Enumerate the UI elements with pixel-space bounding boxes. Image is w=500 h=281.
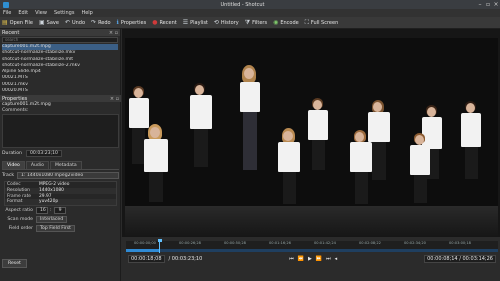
menu-edit[interactable]: Edit	[18, 10, 28, 16]
scan-mode-label: Scan mode	[7, 217, 33, 223]
skip-end-icon[interactable]: ⏭	[326, 256, 331, 262]
tab-metadata[interactable]: Metadata	[49, 161, 82, 169]
duration-field[interactable]: 00:03:23;10	[25, 150, 62, 157]
menu-settings[interactable]: Settings	[54, 10, 75, 16]
properties-panel-title: Properties	[2, 95, 28, 102]
field-order-label: Field order	[8, 226, 33, 232]
close-icon[interactable]: × ▫	[110, 96, 119, 102]
tab-video[interactable]: Video	[2, 161, 25, 169]
search-input[interactable]: search	[2, 37, 118, 43]
minimize-icon[interactable]: –	[476, 1, 484, 8]
play-icon[interactable]: ▶	[308, 256, 312, 262]
fast-forward-icon[interactable]: ⏩	[316, 256, 322, 262]
playhead[interactable]	[159, 241, 161, 253]
ruler-tick: 00:00:26;28	[179, 241, 201, 245]
history-icon: ⟲	[213, 19, 219, 26]
open-file-button[interactable]: ▤ Open File	[2, 19, 33, 26]
recent-panel-title: Recent	[2, 29, 20, 36]
ruler-tick: 00:02:08;22	[359, 241, 381, 245]
redo-button[interactable]: ↷ Redo	[91, 19, 111, 26]
redo-icon: ↷	[91, 19, 97, 26]
scan-mode-select[interactable]: Interlaced	[36, 216, 68, 224]
field-order-row: Field order Top Field First	[0, 224, 121, 233]
undo-button[interactable]: ↶ Undo	[65, 19, 85, 26]
duration-label: Duration	[2, 151, 22, 156]
in-out-timecode[interactable]: 00:00:08;14 / 00:03:14;26	[424, 255, 496, 263]
properties-panel: Properties × ▫ capture001.m2t.mpg Commen…	[0, 95, 121, 281]
encode-icon: ◉	[273, 19, 279, 26]
info-icon: ℹ	[116, 19, 119, 26]
folder-open-icon: ▤	[2, 19, 8, 26]
encode-button[interactable]: ◉ Encode	[273, 19, 299, 26]
aspect-ratio-row: Aspect ratio 16 : 9	[0, 206, 121, 215]
skip-start-icon[interactable]: ⏮	[289, 256, 294, 262]
history-button[interactable]: ⟲ History	[214, 19, 239, 26]
recent-icon: ●	[152, 19, 158, 26]
fullscreen-button[interactable]: ⛶ Full Screen	[305, 19, 339, 27]
filters-button[interactable]: ⧩ Filters	[245, 19, 267, 27]
aspect-ratio-label: Aspect ratio	[5, 208, 33, 214]
video-frame	[125, 38, 498, 237]
rewind-icon[interactable]: ⏪	[298, 256, 304, 262]
reset-button[interactable]: Reset	[2, 259, 27, 268]
track-select[interactable]: 1: 1440x1080 mpeg2video	[17, 172, 119, 179]
clip-track-bar[interactable]	[126, 249, 498, 252]
stage-floor	[125, 206, 498, 237]
title-bar: Untitled - Shotcut – ▫ ×	[0, 0, 500, 9]
recent-list: capture001.m2t.mpg shotcut-normalize-sta…	[0, 44, 120, 95]
duration-row: Duration 00:03:23;10	[0, 148, 121, 159]
comments-field[interactable]	[2, 114, 119, 148]
track-row: Track 1: 1440x1080 mpeg2video	[0, 170, 121, 181]
save-button[interactable]: ▣ Save	[39, 19, 59, 26]
properties-button[interactable]: ℹ Properties	[117, 19, 147, 26]
aspect-height-field[interactable]: 9	[53, 207, 66, 215]
timeline-area: 00:00:00;00 00:00:26;28 00:00:50;28 00:0…	[122, 237, 500, 281]
track-label: Track	[2, 173, 15, 178]
menu-bar: File Edit View Settings Help	[0, 9, 500, 17]
undo-icon: ↶	[64, 19, 70, 26]
media-info-table: Codec MPEG-2 video Resolution 1440x1080 Fr…	[4, 181, 117, 207]
maximize-icon[interactable]: ▫	[484, 1, 492, 8]
playlist-icon: ☰	[182, 19, 189, 26]
ruler-tick: 00:01:42;24	[314, 241, 336, 245]
menu-help[interactable]: Help	[81, 10, 92, 16]
scan-mode-row: Scan mode Interlaced	[0, 215, 121, 224]
aspect-width-field[interactable]: 16	[36, 207, 48, 215]
properties-tabs: Video Audio Metadata	[2, 161, 119, 170]
reset-row: Reset	[2, 259, 27, 268]
video-viewer[interactable]	[122, 29, 500, 237]
transport-bar: 00:00:18;08 / 00:03:23;10 ⏮ ⏪ ▶ ⏩ ⏭ ◂ 00…	[126, 255, 498, 263]
recent-panel-header: Recent × ▫	[0, 29, 120, 36]
position-timecode[interactable]: 00:00:18;08	[128, 255, 165, 263]
in-out-group: 00:00:08;14 / 00:03:14;26	[422, 255, 498, 263]
filter-icon: ⧩	[244, 18, 251, 26]
tab-audio[interactable]: Audio	[25, 161, 49, 169]
close-icon[interactable]: × ▫	[109, 30, 118, 36]
duration-timecode: / 00:03:23;10	[168, 256, 203, 262]
field-order-select[interactable]: Top Field First	[36, 225, 75, 233]
menu-file[interactable]: File	[3, 10, 11, 16]
left-panels: Recent × ▫ search capture001.m2t.mpg sho…	[0, 29, 121, 281]
menu-view[interactable]: View	[35, 10, 47, 16]
recent-button[interactable]: ● Recent	[152, 19, 177, 26]
main-toolbar: ▤ Open File ▣ Save ↶ Undo ↷ Redo ℹ Properties…	[0, 17, 500, 29]
save-icon: ▣	[38, 19, 45, 26]
ruler-tick: 00:00:00;00	[134, 241, 156, 245]
table-row: Format yuv420p	[5, 199, 116, 206]
volume-icon[interactable]: ◂	[335, 256, 338, 262]
clip-progress-fill	[126, 249, 160, 252]
ruler-tick: 00:00:50;28	[224, 241, 246, 245]
close-icon[interactable]: ×	[492, 1, 500, 8]
fullscreen-icon: ⛶	[304, 18, 309, 26]
timecode-group: 00:00:18;08 / 00:03:23;10	[126, 255, 204, 263]
list-item[interactable]: 00020.MTS	[2, 88, 118, 94]
playlist-button[interactable]: ☰ Playlist	[183, 19, 208, 26]
ruler-tick: 00:02:34;20	[404, 241, 426, 245]
ruler-tick: 00:01:16;26	[269, 241, 291, 245]
time-ruler[interactable]: 00:00:00;00 00:00:26;28 00:00:50;28 00:0…	[126, 241, 498, 249]
window-title: Untitled - Shotcut	[220, 1, 265, 8]
playback-controls: ⏮ ⏪ ▶ ⏩ ⏭ ◂	[287, 256, 339, 262]
ruler-tick: 00:03:00;18	[449, 241, 471, 245]
properties-panel-header: Properties × ▫	[0, 95, 121, 102]
